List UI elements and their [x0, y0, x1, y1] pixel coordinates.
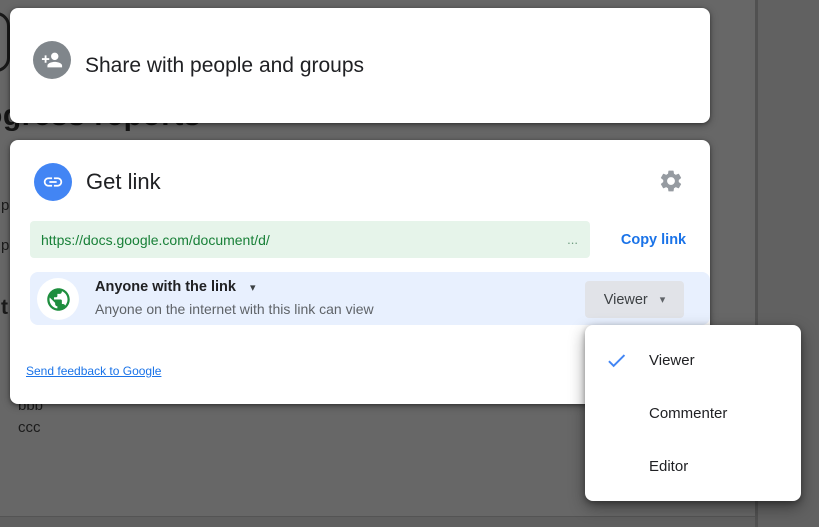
- screen: ogress reports p p t bbb ccc Share with …: [0, 0, 819, 527]
- person-add-icon: [33, 41, 71, 79]
- document-link-field[interactable]: https://docs.google.com/document/d/ ...: [30, 221, 590, 258]
- copy-link-button[interactable]: Copy link: [601, 226, 706, 254]
- gear-icon: [658, 168, 684, 197]
- background-border-fragment: [0, 12, 10, 72]
- menu-item-viewer[interactable]: Viewer: [585, 334, 801, 387]
- link-icon: [34, 163, 72, 201]
- share-with-people-panel: Share with people and groups: [10, 8, 710, 123]
- menu-item-label: Commenter: [649, 405, 727, 422]
- link-access-row: Anyone with the link ▾ Anyone on the int…: [30, 272, 710, 325]
- check-icon: [605, 349, 649, 372]
- globe-icon: [37, 278, 79, 320]
- background-text-fragment: t: [1, 296, 8, 320]
- menu-item-commenter[interactable]: Commenter: [585, 387, 801, 440]
- role-button-label: Viewer: [604, 292, 648, 308]
- role-menu: Viewer Commenter Editor: [585, 325, 801, 501]
- background-text-fragment: p: [1, 197, 9, 214]
- link-scope-selector[interactable]: Anyone with the link ▾: [95, 279, 256, 295]
- send-feedback-link[interactable]: Send feedback to Google: [26, 364, 161, 378]
- background-document-line: ccc: [18, 419, 41, 436]
- share-panel-title: Share with people and groups: [85, 8, 364, 123]
- role-dropdown-button[interactable]: Viewer ▾: [585, 281, 684, 318]
- link-settings-button[interactable]: [654, 165, 688, 199]
- chevron-down-icon: ▾: [250, 281, 256, 294]
- scope-description: Anyone on the internet with this link ca…: [95, 301, 374, 317]
- background-page-bottom-edge: [0, 516, 755, 527]
- get-link-title: Get link: [86, 169, 161, 195]
- document-url: https://docs.google.com/document/d/: [41, 232, 270, 248]
- url-ellipsis: ...: [567, 232, 578, 247]
- chevron-down-icon: ▾: [660, 293, 666, 306]
- scope-label: Anyone with the link: [95, 279, 236, 295]
- menu-item-label: Editor: [649, 458, 688, 475]
- background-text-fragment: p: [1, 237, 9, 254]
- menu-item-editor[interactable]: Editor: [585, 440, 801, 493]
- menu-item-label: Viewer: [649, 352, 695, 369]
